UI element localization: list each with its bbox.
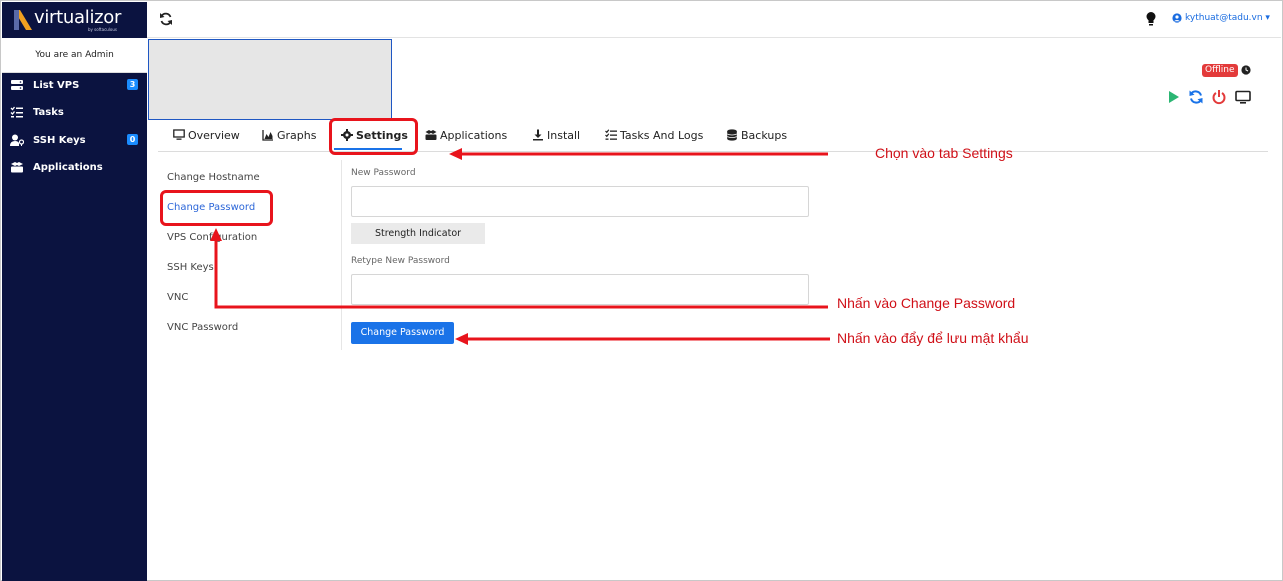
annotation-tab-note: Chọn vào tab Settings xyxy=(875,145,1013,161)
annotation-button-note: Nhấn vào đẩy để lưu mật khẩu xyxy=(837,330,1029,346)
arrow-to-settings-tab xyxy=(449,148,828,160)
arrow-to-change-password xyxy=(210,228,828,309)
arrow-to-submit-button xyxy=(455,333,830,345)
annotation-menu-note: Nhấn vào Change Password xyxy=(837,295,1016,311)
annotation-arrows xyxy=(210,148,830,345)
